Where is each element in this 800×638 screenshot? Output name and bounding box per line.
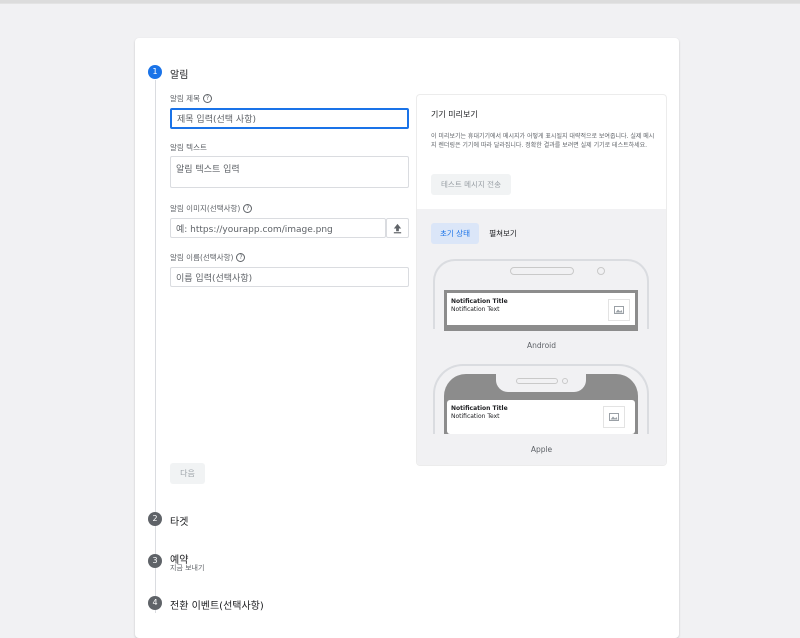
android-speaker	[510, 267, 574, 275]
image-url-placeholder: 예: https://yourapp.com/image.png	[176, 224, 333, 235]
step-3-indicator: 3	[148, 554, 162, 568]
help-icon[interactable]: ?	[202, 94, 212, 103]
android-notif-title: Notification Title	[451, 298, 508, 305]
name-input-placeholder: 이름 입력(선택사항)	[176, 273, 253, 284]
browser-top-edge	[0, 0, 800, 4]
step-3-subtitle: 지금 보내기	[170, 564, 205, 572]
title-input[interactable]: 제목 입력(선택 사항)	[170, 108, 409, 129]
apple-notification: Notification Title Notification Text	[447, 400, 635, 434]
image-url-input[interactable]: 예: https://yourapp.com/image.png	[170, 218, 386, 238]
android-notification: Notification Title Notification Text	[447, 293, 635, 325]
step-4-title[interactable]: 전환 이벤트(선택사항)	[170, 597, 264, 612]
text-label-row: 알림 텍스트	[170, 142, 207, 153]
help-icon[interactable]: ?	[243, 204, 253, 213]
preview-title: 기기 미리보기	[431, 110, 478, 119]
name-label-row: 알림 이름(선택사항) ?	[170, 252, 246, 263]
apple-notif-text: Notification Text	[451, 413, 500, 420]
tab-initial-state[interactable]: 초기 상태	[431, 223, 479, 244]
device-preview-panel: 기기 미리보기 이 미리보기는 휴대기기에서 메시지가 어떻게 표시될지 대략적…	[416, 94, 667, 466]
title-label-row: 알림 제목 ?	[170, 93, 212, 104]
image-label-row: 알림 이미지(선택사항) ?	[170, 203, 253, 214]
step-4-indicator: 4	[148, 596, 162, 610]
step-1-indicator: 1	[148, 65, 162, 79]
name-input[interactable]: 이름 입력(선택사항)	[170, 267, 409, 287]
apple-screen: Notification Title Notification Text	[444, 374, 638, 434]
step-1-title[interactable]: 알림	[170, 66, 188, 81]
android-camera	[597, 267, 605, 275]
apple-notif-title: Notification Title	[451, 405, 508, 412]
upload-icon	[393, 223, 402, 233]
name-label: 알림 이름(선택사항)	[170, 253, 234, 262]
text-input-placeholder: 알림 텍스트 입력	[176, 165, 240, 175]
android-phone-mockup: Notification Title Notification Text	[433, 259, 649, 331]
image-placeholder-icon	[603, 406, 625, 428]
apple-phone-mockup: Notification Title Notification Text	[433, 364, 649, 434]
android-notif-text: Notification Text	[451, 306, 500, 313]
apple-label: Apple	[530, 445, 553, 454]
text-input[interactable]: 알림 텍스트 입력	[170, 156, 409, 188]
android-label: Android	[527, 341, 556, 350]
step-2-indicator: 2	[148, 512, 162, 526]
title-input-placeholder: 제목 입력(선택 사항)	[177, 115, 256, 125]
apple-camera	[562, 378, 568, 384]
apple-notch	[496, 374, 586, 392]
next-button[interactable]: 다음	[170, 463, 205, 484]
android-screen: Notification Title Notification Text	[444, 290, 638, 331]
image-label: 알림 이미지(선택사항)	[170, 204, 241, 213]
stepper-connector	[155, 80, 156, 613]
tab-expanded-view[interactable]: 펼쳐보기	[483, 223, 523, 244]
image-placeholder-icon	[608, 299, 630, 321]
upload-button[interactable]	[386, 218, 409, 238]
send-test-message-button[interactable]: 테스트 메시지 전송	[431, 174, 511, 195]
text-label: 알림 텍스트	[170, 143, 207, 152]
preview-device-area: 초기 상태 펼쳐보기 Notification Title Notificati…	[417, 209, 666, 465]
step-2-title[interactable]: 타겟	[170, 513, 188, 528]
title-label: 알림 제목	[170, 94, 200, 103]
help-icon[interactable]: ?	[236, 253, 246, 262]
preview-description: 이 미리보기는 휴대기기에서 메시지가 어떻게 표시될지 대략적으로 보여줍니다…	[431, 133, 655, 149]
apple-speaker	[516, 378, 558, 384]
